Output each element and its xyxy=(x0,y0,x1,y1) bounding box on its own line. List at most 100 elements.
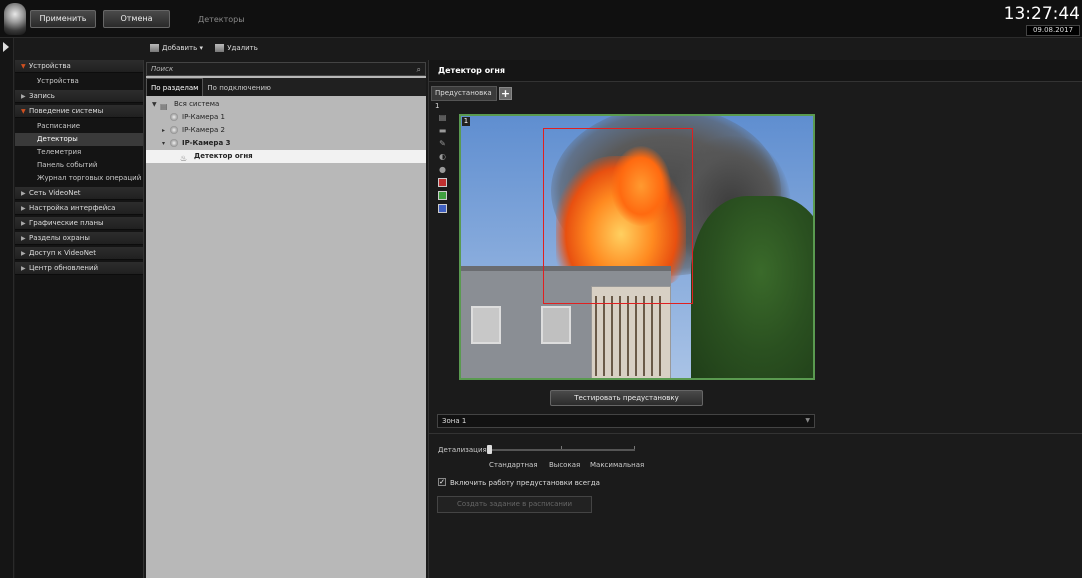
search-input[interactable]: Поиск ⌕ xyxy=(146,62,426,76)
level-standard: Стандартная xyxy=(489,461,538,469)
grid-icon[interactable]: ▤ xyxy=(438,113,447,122)
sidebar-group-label: Доступ к VideoNet xyxy=(29,249,96,257)
tree-node-all-system[interactable]: ▼ ▤ Вся система xyxy=(146,98,426,111)
collapsed-triangle-icon: ▶ xyxy=(21,220,26,227)
trees xyxy=(691,196,813,378)
wrench-icon[interactable]: ✎ xyxy=(438,139,447,148)
collapsed-triangle-icon: ▶ xyxy=(21,93,26,100)
delete-button[interactable]: Удалить xyxy=(215,44,258,52)
apply-button[interactable]: Применить xyxy=(30,10,96,28)
clear-icon[interactable]: ▬ xyxy=(438,126,447,135)
top-bar: Применить Отмена Детекторы 13:27:44 09.0… xyxy=(0,0,1082,38)
sidebar-group-security-sections[interactable]: ▶ Разделы охраны xyxy=(15,232,143,245)
panel-title: Детектор огня xyxy=(429,60,1082,82)
search-placeholder: Поиск xyxy=(151,65,174,73)
divider xyxy=(429,433,1082,434)
sidebar-group-update-center[interactable]: ▶ Центр обновлений xyxy=(15,262,143,275)
collapsed-triangle-icon[interactable]: ▸ xyxy=(162,124,170,137)
collapsed-triangle-icon: ▶ xyxy=(21,265,26,272)
chevron-down-icon[interactable]: ▾ xyxy=(199,44,203,52)
zone-select[interactable]: Зона 1 ▼ xyxy=(437,414,815,428)
contrast-icon[interactable]: ◐ xyxy=(438,152,447,161)
detection-zone-rectangle[interactable] xyxy=(543,128,693,304)
sidebar-group-videonet[interactable]: ▶ Сеть VideoNet xyxy=(15,187,143,200)
sidebar-group-label: Сеть VideoNet xyxy=(29,189,81,197)
sidebar-group-label: Настройка интерфейса xyxy=(29,204,116,212)
camera-icon xyxy=(170,139,178,147)
collapsed-triangle-icon: ▶ xyxy=(21,205,26,212)
slider-handle[interactable] xyxy=(487,445,492,454)
green-color-swatch[interactable] xyxy=(438,191,447,200)
expanded-triangle-icon[interactable]: ▼ xyxy=(152,98,160,111)
sidebar-group-videonet-access[interactable]: ▶ Доступ к VideoNet xyxy=(15,247,143,260)
sidebar-item-detectors[interactable]: Детекторы xyxy=(15,133,143,146)
cancel-button[interactable]: Отмена xyxy=(103,10,170,28)
tree-node-camera-1[interactable]: IP-Камера 1 xyxy=(146,111,426,124)
red-color-swatch[interactable] xyxy=(438,178,447,187)
sidebar-item-event-panel[interactable]: Панель событий xyxy=(15,159,143,172)
tree-node-camera-2[interactable]: ▸ IP-Камера 2 xyxy=(146,124,426,137)
sidebar-item-trade-journal[interactable]: Журнал торговых операций xyxy=(15,172,143,185)
sidebar-item-schedule[interactable]: Расписание xyxy=(15,120,143,133)
tree-toolbar: Добавить ▾ Удалить xyxy=(150,44,258,58)
expanded-triangle-icon: ▼ xyxy=(21,63,26,70)
detail-label: Детализация: xyxy=(438,446,490,454)
detail-slider[interactable] xyxy=(487,445,635,454)
delete-icon xyxy=(215,44,225,52)
level-max: Максимальная xyxy=(590,461,645,469)
tree-node-label: Детектор огня xyxy=(194,152,253,160)
tree-node-label: Вся система xyxy=(174,100,220,108)
camera-icon xyxy=(170,126,178,134)
drawing-tools: ▤ ▬ ✎ ◐ ● xyxy=(438,113,450,217)
tree-node-label: IP-Камера 3 xyxy=(182,139,231,147)
sidebar-group-label: Запись xyxy=(29,92,55,100)
add-preset-button[interactable]: + xyxy=(499,87,512,100)
sidebar-group-label: Разделы охраны xyxy=(29,234,90,242)
tree-node-label: IP-Камера 1 xyxy=(182,113,225,121)
sidebar-group-recording[interactable]: ▶ Запись xyxy=(15,90,143,103)
sidebar-group-system-behavior[interactable]: ▼ Поведение системы xyxy=(15,105,143,118)
tab-by-sections[interactable]: По разделам xyxy=(146,78,204,96)
tab-by-connection[interactable]: По подключению xyxy=(203,79,275,97)
collapsed-triangle-icon: ▶ xyxy=(21,250,26,257)
search-icon[interactable]: ⌕ xyxy=(417,64,421,76)
sidebar-group-label: Графические планы xyxy=(29,219,104,227)
sidebar-group-label: Центр обновлений xyxy=(29,264,99,272)
zone-select-value: Зона 1 xyxy=(442,417,467,425)
sidebar-item-telemetry[interactable]: Телеметрия xyxy=(15,146,143,159)
device-tree-panel: Поиск ⌕ По разделам По подключению ▼ ▤ Вся … xyxy=(146,62,426,578)
sidebar-group-graphic-plans[interactable]: ▶ Графические планы xyxy=(15,217,143,230)
tree-node-camera-3[interactable]: ▾ IP-Камера 3 xyxy=(146,137,426,150)
tree-tabs: По разделам По подключению xyxy=(146,78,426,96)
color-picker-icon[interactable]: ● xyxy=(438,165,447,174)
detector-settings-panel: Детектор огня Предустановка 1 + ▤ ▬ ✎ ◐ … xyxy=(428,60,1082,578)
test-preset-button[interactable]: Тестировать предустановку xyxy=(550,390,703,406)
add-label: Добавить xyxy=(162,44,198,52)
video-number: 1 xyxy=(462,117,470,126)
collapsed-triangle-icon: ▶ xyxy=(21,190,26,197)
expand-panel-icon[interactable] xyxy=(3,42,9,52)
delete-label: Удалить xyxy=(227,44,258,52)
blue-color-swatch[interactable] xyxy=(438,204,447,213)
clock-date: 09.08.2017 xyxy=(1026,25,1080,36)
camera-icon xyxy=(170,113,178,121)
sidebar-item-devices[interactable]: Устройства xyxy=(15,75,143,88)
chevron-down-icon: ▼ xyxy=(805,417,810,424)
tab-preset-1[interactable]: Предустановка 1 xyxy=(431,86,497,110)
always-on-label: Включить работу предустановки всегда xyxy=(450,479,600,487)
always-on-checkbox[interactable]: ✓ xyxy=(438,478,446,486)
tree-node-fire-detector[interactable]: ♨ Детектор огня xyxy=(146,150,426,163)
add-device-icon xyxy=(150,44,159,52)
add-button[interactable]: Добавить ▾ xyxy=(150,44,203,52)
sidebar-group-interface[interactable]: ▶ Настройка интерфейса xyxy=(15,202,143,215)
level-high: Высокая xyxy=(549,461,581,469)
collapsed-triangle-icon: ▶ xyxy=(21,235,26,242)
sidebar-group-label: Поведение системы xyxy=(29,107,104,115)
app-logo-icon xyxy=(4,3,26,35)
sidebar: ▼ Устройства Устройства ▶ Запись ▼ Поведени… xyxy=(15,60,144,578)
sidebar-group-label: Устройства xyxy=(29,62,71,70)
sidebar-group-devices[interactable]: ▼ Устройства xyxy=(15,60,143,73)
expanded-triangle-icon[interactable]: ▾ xyxy=(162,137,170,150)
create-schedule-button[interactable]: Создать задание в расписании xyxy=(437,496,592,513)
camera-video-view[interactable]: 1 xyxy=(459,114,815,380)
